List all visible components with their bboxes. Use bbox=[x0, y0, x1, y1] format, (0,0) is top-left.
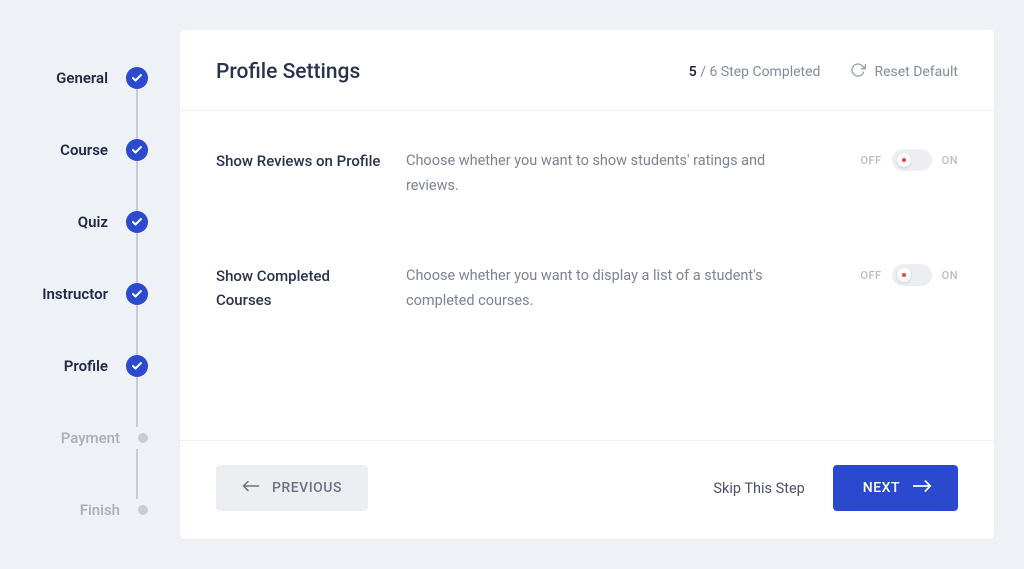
step-instructor[interactable]: Instructor bbox=[0, 258, 180, 330]
setting-control: OFF ON bbox=[818, 149, 958, 171]
step-payment[interactable]: Payment bbox=[0, 402, 180, 474]
check-icon bbox=[126, 355, 148, 377]
step-label: Course bbox=[60, 141, 108, 159]
toggle-knob-icon bbox=[897, 268, 911, 282]
total-step-text: / 6 Step Completed bbox=[697, 64, 821, 80]
check-icon bbox=[126, 67, 148, 89]
setting-description: Choose whether you want to show students… bbox=[406, 149, 818, 198]
toggle-knob-icon bbox=[897, 153, 911, 167]
reset-label: Reset Default bbox=[874, 64, 958, 80]
panel-body: Show Reviews on Profile Choose whether y… bbox=[180, 111, 994, 440]
panel-header: Profile Settings 5 / 6 Step Completed Re… bbox=[180, 30, 994, 111]
toggle-on-label: ON bbox=[942, 154, 958, 167]
setting-description: Choose whether you want to display a lis… bbox=[406, 264, 818, 313]
step-label: Quiz bbox=[78, 213, 108, 231]
arrow-right-icon bbox=[912, 479, 932, 497]
next-button[interactable]: Next bbox=[833, 465, 958, 511]
setting-row-show-completed: Show Completed Courses Choose whether yo… bbox=[216, 234, 958, 349]
reset-default-button[interactable]: Reset Default bbox=[850, 62, 958, 82]
previous-button[interactable]: Previous bbox=[216, 465, 368, 511]
panel-footer: Previous Skip This Step Next bbox=[180, 440, 994, 539]
step-finish[interactable]: Finish bbox=[0, 474, 180, 546]
setting-label: Show Reviews on Profile bbox=[216, 149, 406, 173]
step-label: Profile bbox=[64, 357, 108, 375]
skip-step-link[interactable]: Skip This Step bbox=[713, 480, 804, 497]
active-pointer-icon bbox=[180, 354, 192, 378]
step-quiz[interactable]: Quiz bbox=[0, 186, 180, 258]
toggle-off-label: OFF bbox=[860, 154, 881, 167]
connector-line bbox=[136, 449, 138, 499]
step-progress-text: 5 / 6 Step Completed bbox=[689, 64, 821, 80]
step-label: Instructor bbox=[42, 285, 108, 303]
step-label: Finish bbox=[80, 501, 120, 519]
page-title: Profile Settings bbox=[216, 60, 360, 84]
setting-row-show-reviews: Show Reviews on Profile Choose whether y… bbox=[216, 119, 958, 234]
previous-label: Previous bbox=[272, 480, 342, 496]
toggle-off-label: OFF bbox=[860, 269, 881, 282]
dot-icon bbox=[138, 433, 148, 443]
check-icon bbox=[126, 139, 148, 161]
current-step: 5 bbox=[689, 64, 697, 80]
wizard-stepper: General Course Quiz Instructor bbox=[0, 30, 180, 539]
check-icon bbox=[126, 283, 148, 305]
step-label: Payment bbox=[61, 429, 120, 447]
step-label: General bbox=[56, 69, 108, 87]
step-general[interactable]: General bbox=[0, 42, 180, 114]
check-icon bbox=[126, 211, 148, 233]
settings-panel: Profile Settings 5 / 6 Step Completed Re… bbox=[180, 30, 994, 539]
step-course[interactable]: Course bbox=[0, 114, 180, 186]
connector-line bbox=[136, 377, 138, 427]
step-profile[interactable]: Profile bbox=[0, 330, 180, 402]
connector-line bbox=[136, 89, 138, 139]
connector-line bbox=[136, 161, 138, 211]
arrow-left-icon bbox=[242, 479, 260, 497]
header-controls: 5 / 6 Step Completed Reset Default bbox=[689, 62, 958, 82]
reset-icon bbox=[850, 62, 866, 82]
connector-line bbox=[136, 233, 138, 283]
connector-line bbox=[136, 305, 138, 355]
toggle-show-completed[interactable] bbox=[892, 264, 932, 286]
setting-control: OFF ON bbox=[818, 264, 958, 286]
dot-icon bbox=[138, 505, 148, 515]
toggle-show-reviews[interactable] bbox=[892, 149, 932, 171]
next-label: Next bbox=[863, 480, 900, 496]
setting-label: Show Completed Courses bbox=[216, 264, 406, 312]
toggle-on-label: ON bbox=[942, 269, 958, 282]
footer-right: Skip This Step Next bbox=[713, 465, 958, 511]
